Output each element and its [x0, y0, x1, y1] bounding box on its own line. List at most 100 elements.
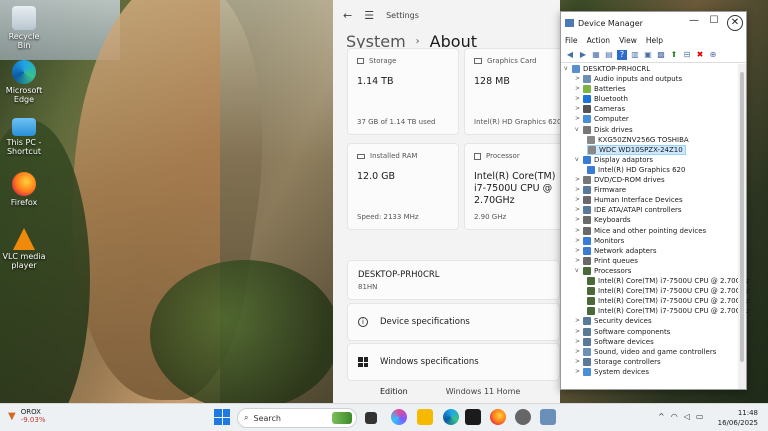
chevron-right-icon[interactable]: > [575, 246, 583, 256]
tree-node[interactable]: > Sound, video and game controllers [575, 347, 716, 357]
processor-card[interactable]: Processor Intel(R) Core(TM) i7-7500U CPU… [464, 143, 560, 230]
tree-node[interactable]: > IDE ATA/ATAPI controllers [575, 205, 682, 215]
settings-gear-icon[interactable] [515, 409, 531, 425]
chevron-right-icon[interactable]: > [575, 94, 583, 104]
firefox-icon[interactable] [490, 409, 506, 425]
tree-node[interactable]: > Firmware [575, 185, 626, 195]
tree-node[interactable]: > Network adapters [575, 246, 657, 256]
desktop-icon-edge[interactable]: Microsoft Edge [2, 60, 46, 104]
device-name-row[interactable]: DESKTOP-PRH0CRL 81HN [347, 260, 560, 300]
properties-icon[interactable]: ▦ [591, 50, 601, 60]
download-icon[interactable]: ⊕ [708, 50, 718, 60]
tree-node[interactable]: > Audio inputs and outputs [575, 74, 682, 84]
storage-card[interactable]: Storage 1.14 TB 37 GB of 1.14 TB used [347, 48, 459, 135]
tree-node[interactable]: > Print queues [575, 256, 638, 266]
refresh-icon[interactable]: ▣ [643, 50, 653, 60]
chevron-right-icon[interactable]: > [575, 347, 583, 357]
copilot-icon[interactable] [391, 409, 407, 425]
installed-ram-card[interactable]: Installed RAM 12.0 GB Speed: 2133 MHz [347, 143, 459, 230]
menu-action[interactable]: Action [587, 36, 611, 45]
chevron-right-icon[interactable]: > [575, 215, 583, 225]
chevron-down-icon[interactable]: v [575, 125, 583, 135]
desktop-icon-firefox[interactable]: Firefox [2, 172, 46, 207]
menu-file[interactable]: File [565, 36, 578, 45]
tree-node[interactable]: Intel(R) Core(TM) i7-7500U CPU @ 2.70GHz [587, 306, 750, 316]
desktop-icon-recycle-bin[interactable]: Recycle Bin [2, 6, 46, 50]
back-arrow-icon[interactable]: ← [343, 9, 352, 22]
close-button[interactable]: ✕ [727, 15, 743, 31]
tree-node[interactable]: > Cameras [575, 104, 625, 114]
tree-node[interactable]: KXG50ZNV256G TOSHIBA [587, 135, 689, 145]
chevron-right-icon[interactable]: > [575, 226, 583, 236]
graphics-card-card[interactable]: Graphics Card 128 MB Intel(R) HD Graphic… [464, 48, 560, 135]
tree-node[interactable]: > Mice and other pointing devices [575, 226, 706, 236]
task-view-icon[interactable] [365, 412, 377, 424]
stock-widget[interactable]: ▼ OROX -9.03% [8, 408, 45, 424]
chevron-right-icon[interactable]: > [575, 104, 583, 114]
device-manager-taskbar-icon[interactable] [540, 409, 556, 425]
tree-node[interactable]: > Software components [575, 327, 670, 337]
chevron-right-icon[interactable]: > [575, 327, 583, 337]
taskbar-search-box[interactable]: ⌕ Search [237, 408, 357, 428]
tree-node[interactable]: > Monitors [575, 236, 624, 246]
chevron-right-icon[interactable]: > [575, 185, 583, 195]
chevron-right-icon[interactable]: > [575, 114, 583, 124]
chevron-right-icon[interactable]: > [575, 84, 583, 94]
disable-device-icon[interactable]: ⊟ [682, 50, 692, 60]
menu-view[interactable]: View [619, 36, 637, 45]
tree-node[interactable]: > System devices [575, 367, 649, 377]
chevron-right-icon[interactable]: > [575, 195, 583, 205]
update-driver-icon[interactable]: ⬆ [669, 50, 679, 60]
tree-node[interactable]: > Software devices [575, 337, 654, 347]
tree-node[interactable]: v Disk drives [575, 125, 633, 135]
hamburger-menu-icon[interactable]: ☰ [364, 9, 374, 22]
list-icon[interactable]: ▤ [604, 50, 614, 60]
tree-node[interactable]: > Human Interface Devices [575, 195, 683, 205]
tree-node[interactable]: Intel(R) Core(TM) i7-7500U CPU @ 2.70GHz [587, 286, 750, 296]
chevron-right-icon[interactable]: > [575, 175, 583, 185]
chevron-down-icon[interactable]: v [575, 266, 583, 276]
tree-node[interactable]: > Security devices [575, 316, 652, 326]
taskbar-clock[interactable]: 11:48 16/06/2025 [718, 408, 758, 428]
tree-node[interactable]: > Keyboards [575, 215, 631, 225]
tree-node[interactable]: Intel(R) Core(TM) i7-7500U CPU @ 2.70GHz [587, 296, 750, 306]
tree-node[interactable]: Intel(R) Core(TM) i7-7500U CPU @ 2.70GHz [587, 276, 750, 286]
system-tray[interactable]: ^ ◠ ◁ ▭ [658, 412, 703, 421]
view-icon[interactable]: ▥ [630, 50, 640, 60]
minimize-button[interactable]: — [684, 15, 704, 31]
scan-hardware-icon[interactable]: ▩ [656, 50, 666, 60]
tree-node[interactable]: > Batteries [575, 84, 626, 94]
file-explorer-icon[interactable] [417, 409, 433, 425]
tree-node[interactable]: > Computer [575, 114, 629, 124]
chevron-right-icon[interactable]: > [575, 367, 583, 377]
chevron-right-icon[interactable]: > [575, 205, 583, 215]
tree-node[interactable]: > DVD/CD-ROM drives [575, 175, 665, 185]
chevron-down-icon[interactable]: v [564, 64, 572, 74]
help-icon[interactable]: ? [617, 49, 627, 60]
chevron-right-icon[interactable]: > [575, 74, 583, 84]
windows-specifications-row[interactable]: Windows specifications [347, 343, 560, 381]
uninstall-device-icon[interactable]: ✖ [695, 50, 705, 60]
chevron-right-icon[interactable]: > [575, 236, 583, 246]
tree-node[interactable]: v Display adaptors [575, 155, 653, 165]
desktop-icon-this-pc[interactable]: This PC - Shortcut [2, 118, 46, 156]
tree-node[interactable]: Intel(R) HD Graphics 620 [587, 165, 685, 175]
tree-node[interactable]: > Bluetooth [575, 94, 628, 104]
device-tree-scrollbar[interactable] [738, 64, 746, 389]
chevron-right-icon[interactable]: > [575, 337, 583, 347]
tree-root[interactable]: v DESKTOP-PRH0CRL [564, 64, 650, 74]
back-arrow-icon[interactable]: ◀ [565, 50, 575, 60]
scrollbar-thumb[interactable] [740, 72, 744, 362]
forward-arrow-icon[interactable]: ▶ [578, 50, 588, 60]
device-specifications-row[interactable]: i Device specifications [347, 303, 560, 341]
microsoft-store-icon[interactable] [465, 409, 481, 425]
chevron-down-icon[interactable]: v [575, 155, 583, 165]
tree-node-selected[interactable]: WDC WD10SPZX-24Z10 [587, 144, 686, 155]
chevron-right-icon[interactable]: > [575, 357, 583, 367]
chevron-right-icon[interactable]: > [575, 316, 583, 326]
desktop-icon-vlc[interactable]: VLC media player [2, 228, 46, 270]
edge-icon[interactable] [443, 409, 459, 425]
tree-node[interactable]: v Processors [575, 266, 631, 276]
menu-help[interactable]: Help [646, 36, 663, 45]
chevron-right-icon[interactable]: > [575, 256, 583, 266]
